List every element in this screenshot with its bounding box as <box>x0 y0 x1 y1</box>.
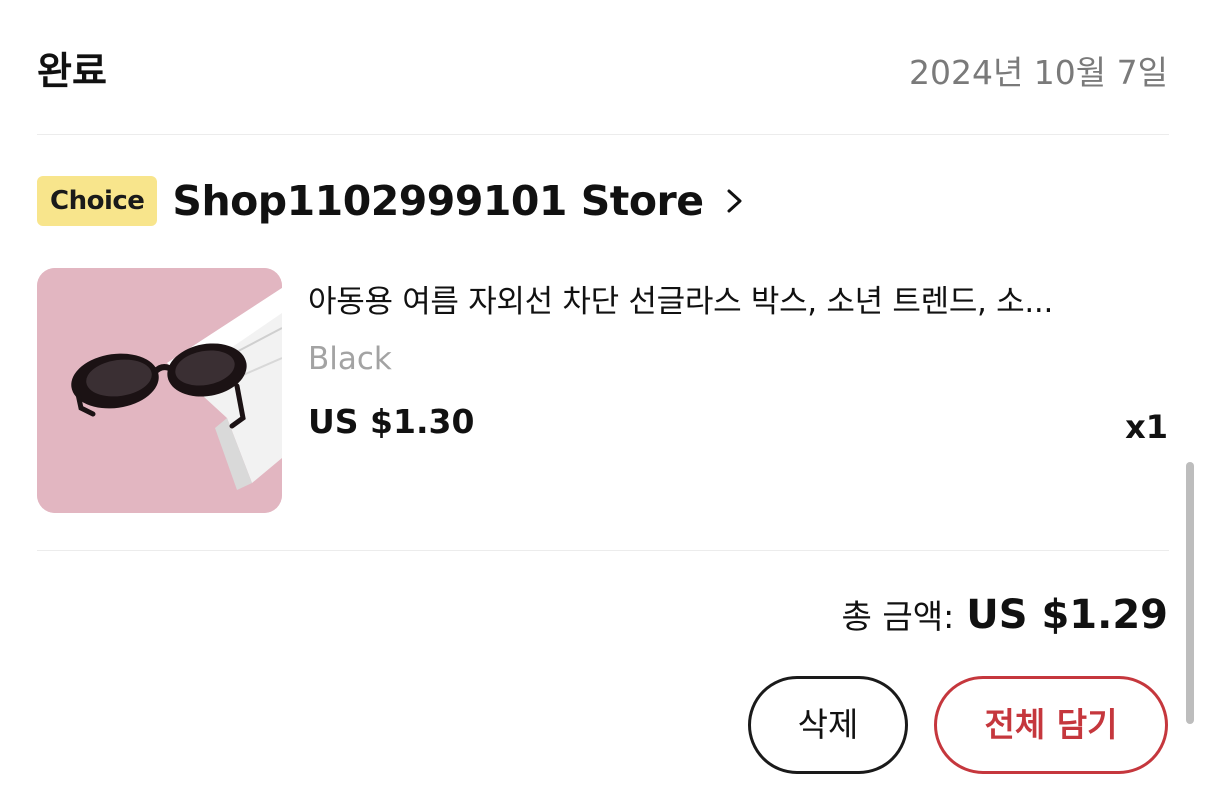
total-amount: US $1.29 <box>966 592 1168 638</box>
order-card: 완료 2024년 10월 7일 Choice Shop1102999101 St… <box>0 0 1206 808</box>
product-title[interactable]: 아동용 여름 자외선 차단 선글라스 박스, 소년 트렌드, 소... <box>308 276 1168 321</box>
order-total: 총 금액: US $1.29 <box>842 590 1168 638</box>
chevron-right-icon <box>724 186 746 216</box>
store-link[interactable]: Choice Shop1102999101 Store <box>37 176 746 226</box>
product-price: US $1.30 <box>308 402 475 441</box>
scrollbar[interactable] <box>1186 462 1194 724</box>
product-variant: Black <box>308 341 392 377</box>
order-date: 2024년 10월 7일 <box>908 53 1168 92</box>
delete-button[interactable]: 삭제 <box>748 676 908 774</box>
product-image[interactable] <box>37 268 282 513</box>
divider <box>37 550 1169 551</box>
choice-badge: Choice <box>37 176 158 226</box>
store-name: Shop1102999101 Store <box>172 177 704 225</box>
product-quantity: x1 <box>1125 408 1168 446</box>
order-status: 완료 <box>37 49 107 93</box>
add-all-to-cart-button[interactable]: 전체 담기 <box>934 676 1168 774</box>
divider <box>37 134 1169 135</box>
total-label: 총 금액: <box>841 597 955 636</box>
